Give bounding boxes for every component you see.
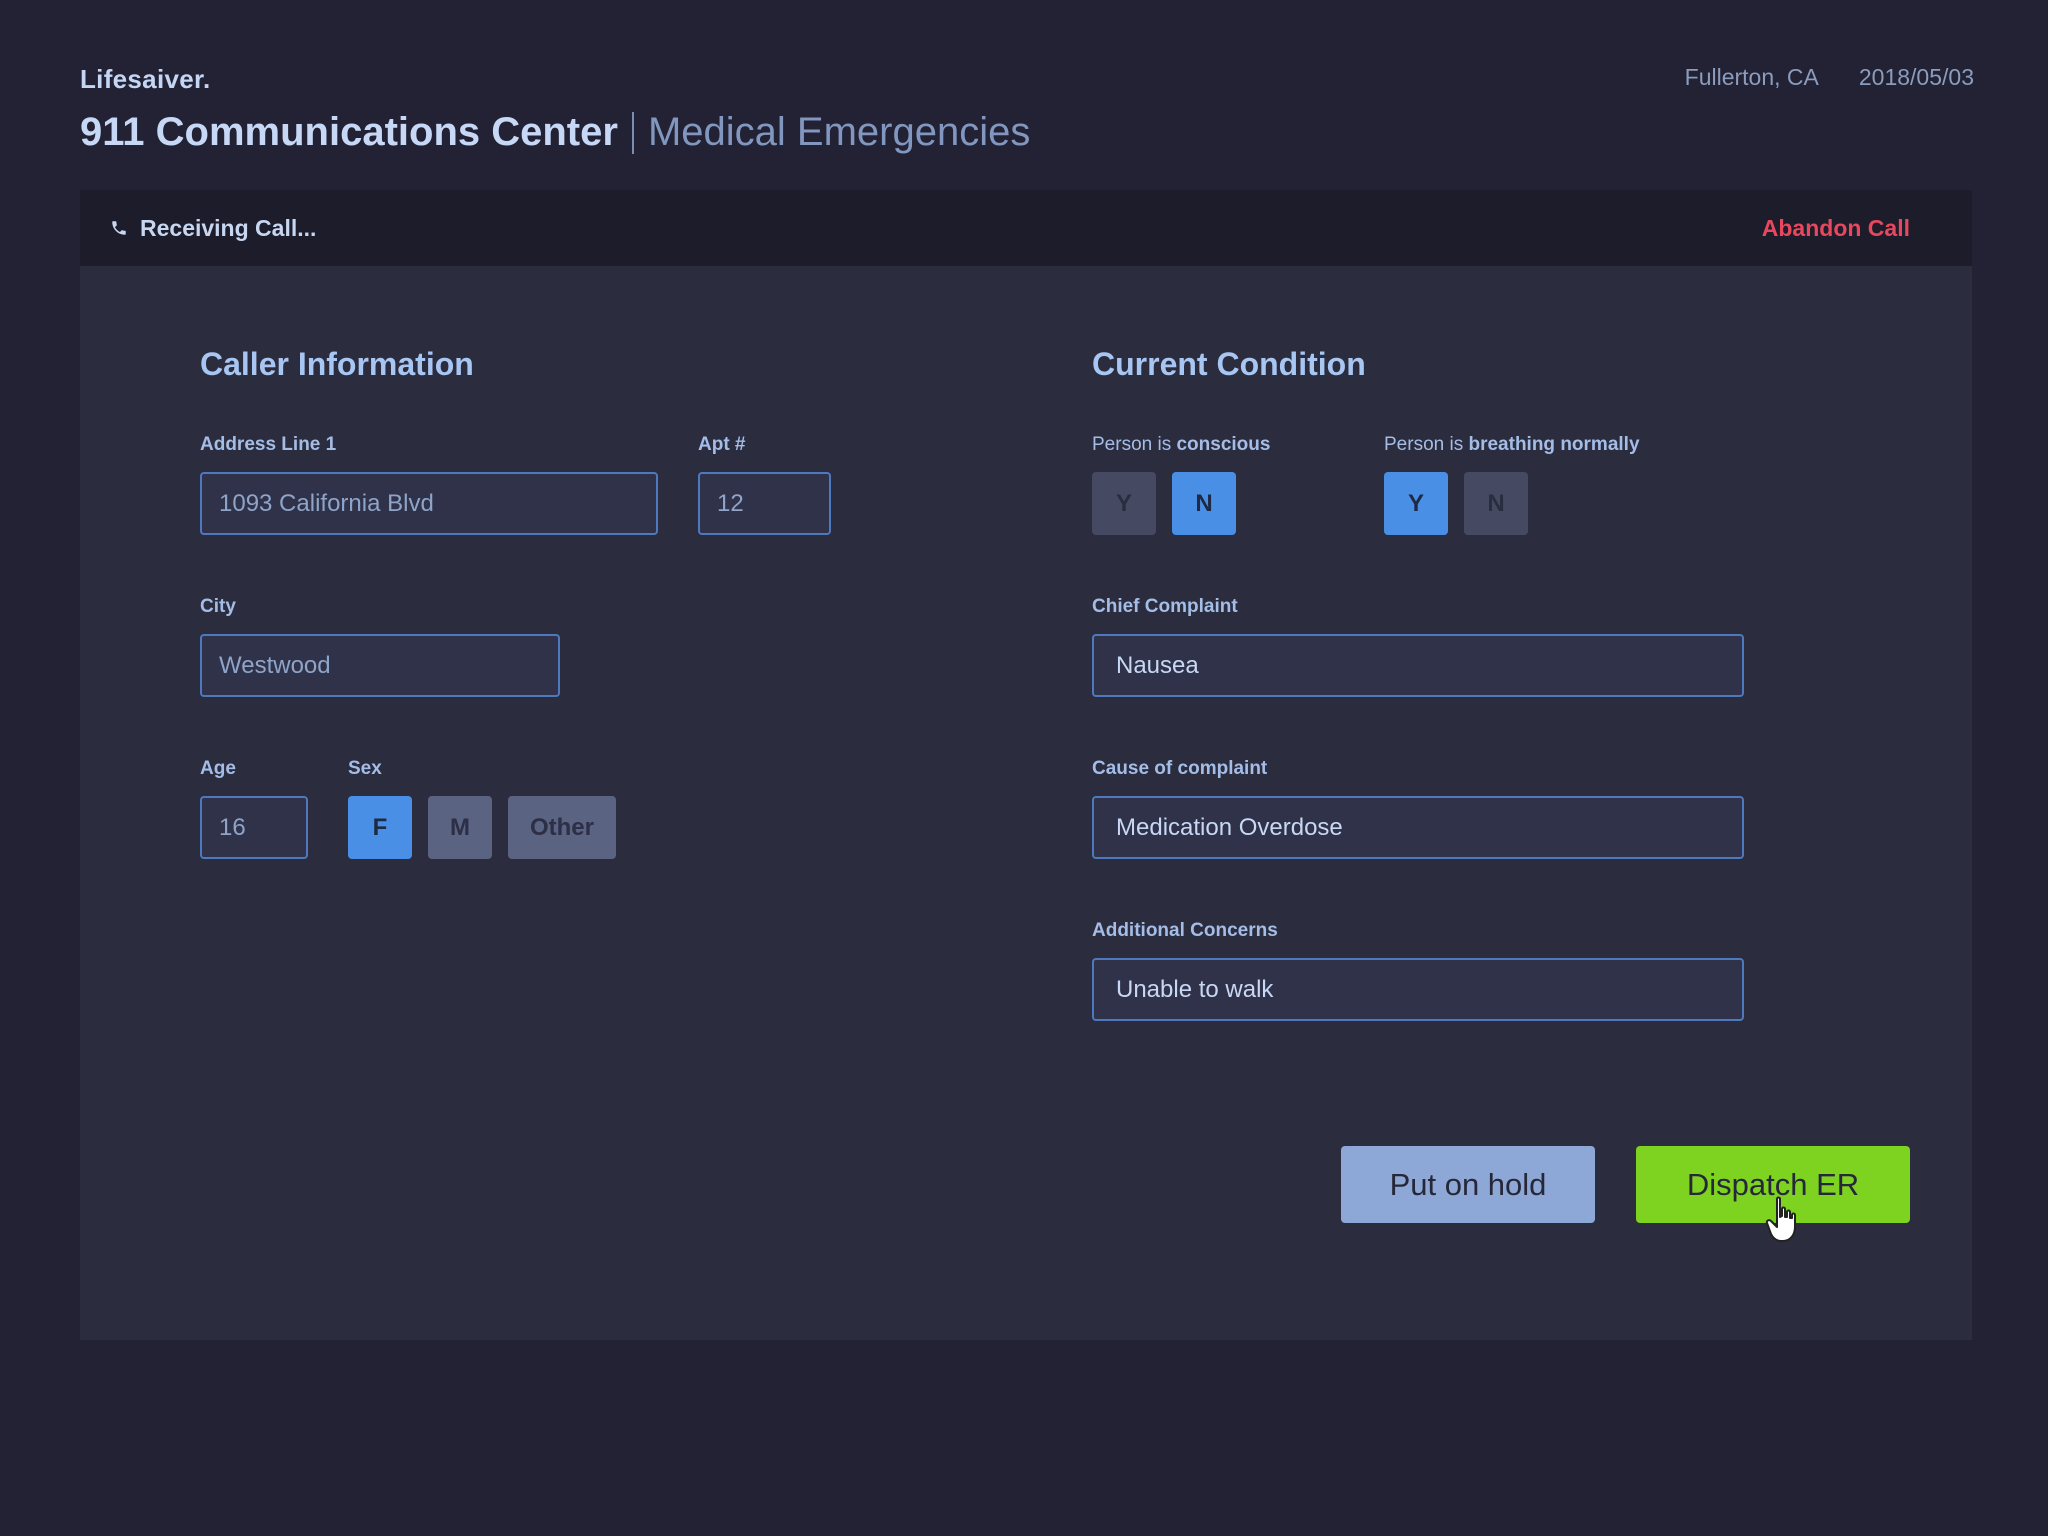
location-label: Fullerton, CA xyxy=(1684,64,1819,90)
conscious-yes-toggle[interactable]: Y xyxy=(1092,472,1156,535)
call-status: Receiving Call... xyxy=(110,215,316,242)
call-status-bar: Receiving Call... Abandon Call xyxy=(80,190,1972,266)
concerns-label: Additional Concerns xyxy=(1092,920,1278,941)
header-meta: Fullerton, CA 2018/05/03 xyxy=(1685,64,1974,91)
cause-label: Cause of complaint xyxy=(1092,758,1268,779)
brand-logo: Lifesaiver. xyxy=(80,64,211,94)
sex-option-m[interactable]: M xyxy=(428,796,492,859)
apt-input[interactable]: 12 xyxy=(698,472,831,535)
age-label: Age xyxy=(200,758,236,779)
conscious-label-bold: conscious xyxy=(1176,434,1271,455)
put-on-hold-button[interactable]: Put on hold xyxy=(1341,1146,1595,1223)
conscious-no-toggle[interactable]: N xyxy=(1172,472,1236,535)
sex-option-other[interactable]: Other xyxy=(508,796,616,859)
call-card: Receiving Call... Abandon Call Caller In… xyxy=(80,190,1972,1340)
date-label: 2018/05/03 xyxy=(1858,64,1974,90)
abandon-call-button[interactable]: Abandon Call xyxy=(1762,215,1910,242)
address-label: Address Line 1 xyxy=(200,434,337,455)
breathing-label-prefix: Person is xyxy=(1384,434,1469,455)
call-status-text: Receiving Call... xyxy=(140,214,317,241)
breathing-label: Person is breathing normally xyxy=(1384,434,1640,456)
address-input[interactable]: 1093 California Blvd xyxy=(200,472,658,535)
sex-label: Sex xyxy=(348,758,382,779)
title-divider xyxy=(631,111,634,154)
condition-section-title: Current Condition xyxy=(1092,346,1366,382)
page-title-main: 911 Communications Center xyxy=(80,110,618,154)
conscious-label-prefix: Person is xyxy=(1092,434,1177,455)
breathing-no-toggle[interactable]: N xyxy=(1464,472,1528,535)
phone-icon xyxy=(112,221,126,235)
hand-cursor-icon xyxy=(1765,1196,1796,1242)
apt-label: Apt # xyxy=(698,434,746,455)
city-label: City xyxy=(200,596,236,617)
age-input[interactable]: 16 xyxy=(200,796,308,859)
sex-option-f[interactable]: F xyxy=(348,796,412,859)
page-title: 911 Communications Center Medical Emerge… xyxy=(80,110,1030,155)
caller-section-title: Caller Information xyxy=(200,346,474,382)
cause-input[interactable]: Medication Overdose xyxy=(1092,796,1744,859)
conscious-label: Person is conscious xyxy=(1092,434,1270,456)
breathing-label-bold: breathing normally xyxy=(1468,434,1640,455)
breathing-yes-toggle[interactable]: Y xyxy=(1384,472,1448,535)
complaint-input[interactable]: Nausea xyxy=(1092,634,1744,697)
complaint-label: Chief Complaint xyxy=(1092,596,1238,617)
city-input[interactable]: Westwood xyxy=(200,634,560,697)
concerns-input[interactable]: Unable to walk xyxy=(1092,958,1744,1021)
page-title-sub: Medical Emergencies xyxy=(647,110,1031,154)
